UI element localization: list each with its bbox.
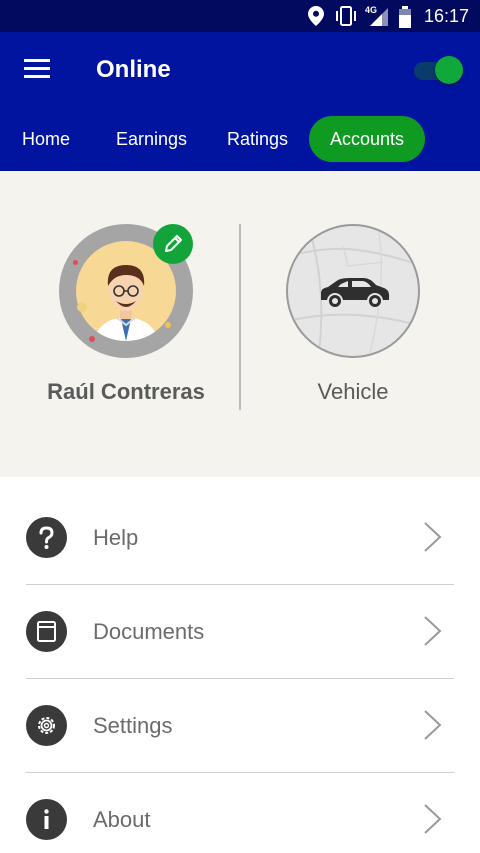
info-icon	[26, 799, 67, 840]
list-item-label: Documents	[93, 619, 205, 644]
tab-ratings[interactable]: Ratings	[227, 116, 288, 162]
app-bar: Online Home Earnings Ratings Accounts	[0, 32, 480, 171]
decor-dot	[73, 260, 78, 265]
chevron-right-icon	[424, 616, 442, 646]
page-title: Online	[96, 56, 171, 83]
hamburger-menu-icon[interactable]	[24, 59, 50, 79]
profile-section: Raúl Contreras Vehicle	[0, 171, 480, 477]
location-icon	[308, 6, 324, 26]
status-bar: 4G 16:17	[0, 0, 480, 32]
list-item-about[interactable]: About	[0, 773, 480, 853]
profile-name: Raúl Contreras	[47, 379, 205, 404]
decor-dot	[77, 302, 87, 312]
tab-accounts[interactable]: Accounts	[309, 116, 426, 162]
car-icon	[321, 278, 390, 309]
settings-icon	[26, 705, 67, 746]
tab-earnings[interactable]: Earnings	[116, 116, 187, 162]
pencil-icon	[165, 235, 182, 252]
documents-icon	[26, 611, 67, 652]
toggle-knob	[435, 56, 463, 84]
edit-profile-button[interactable]	[153, 224, 193, 264]
list-item-label: Settings	[93, 713, 173, 738]
list-item-documents[interactable]: Documents	[0, 585, 480, 679]
decor-dot	[165, 322, 171, 328]
battery-icon	[399, 6, 411, 28]
tab-home[interactable]: Home	[22, 116, 70, 162]
list-item-label: Help	[93, 525, 139, 550]
list-item-settings[interactable]: Settings	[0, 679, 480, 773]
decor-dot	[89, 336, 95, 342]
signal-icon	[370, 8, 388, 26]
list-item-label: About	[93, 807, 151, 832]
list-item-help[interactable]: Help	[0, 491, 480, 585]
tab-bar: Home Earnings Ratings Accounts	[0, 116, 480, 164]
help-icon	[26, 517, 67, 558]
vehicle-label[interactable]: Vehicle	[240, 379, 466, 405]
chevron-right-icon	[424, 522, 442, 552]
clock: 16:17	[423, 6, 469, 26]
chevron-right-icon	[424, 804, 442, 834]
vibrate-icon	[336, 6, 356, 26]
online-toggle[interactable]	[414, 56, 464, 84]
chevron-right-icon	[424, 710, 442, 740]
vehicle-avatar[interactable]	[286, 224, 420, 358]
